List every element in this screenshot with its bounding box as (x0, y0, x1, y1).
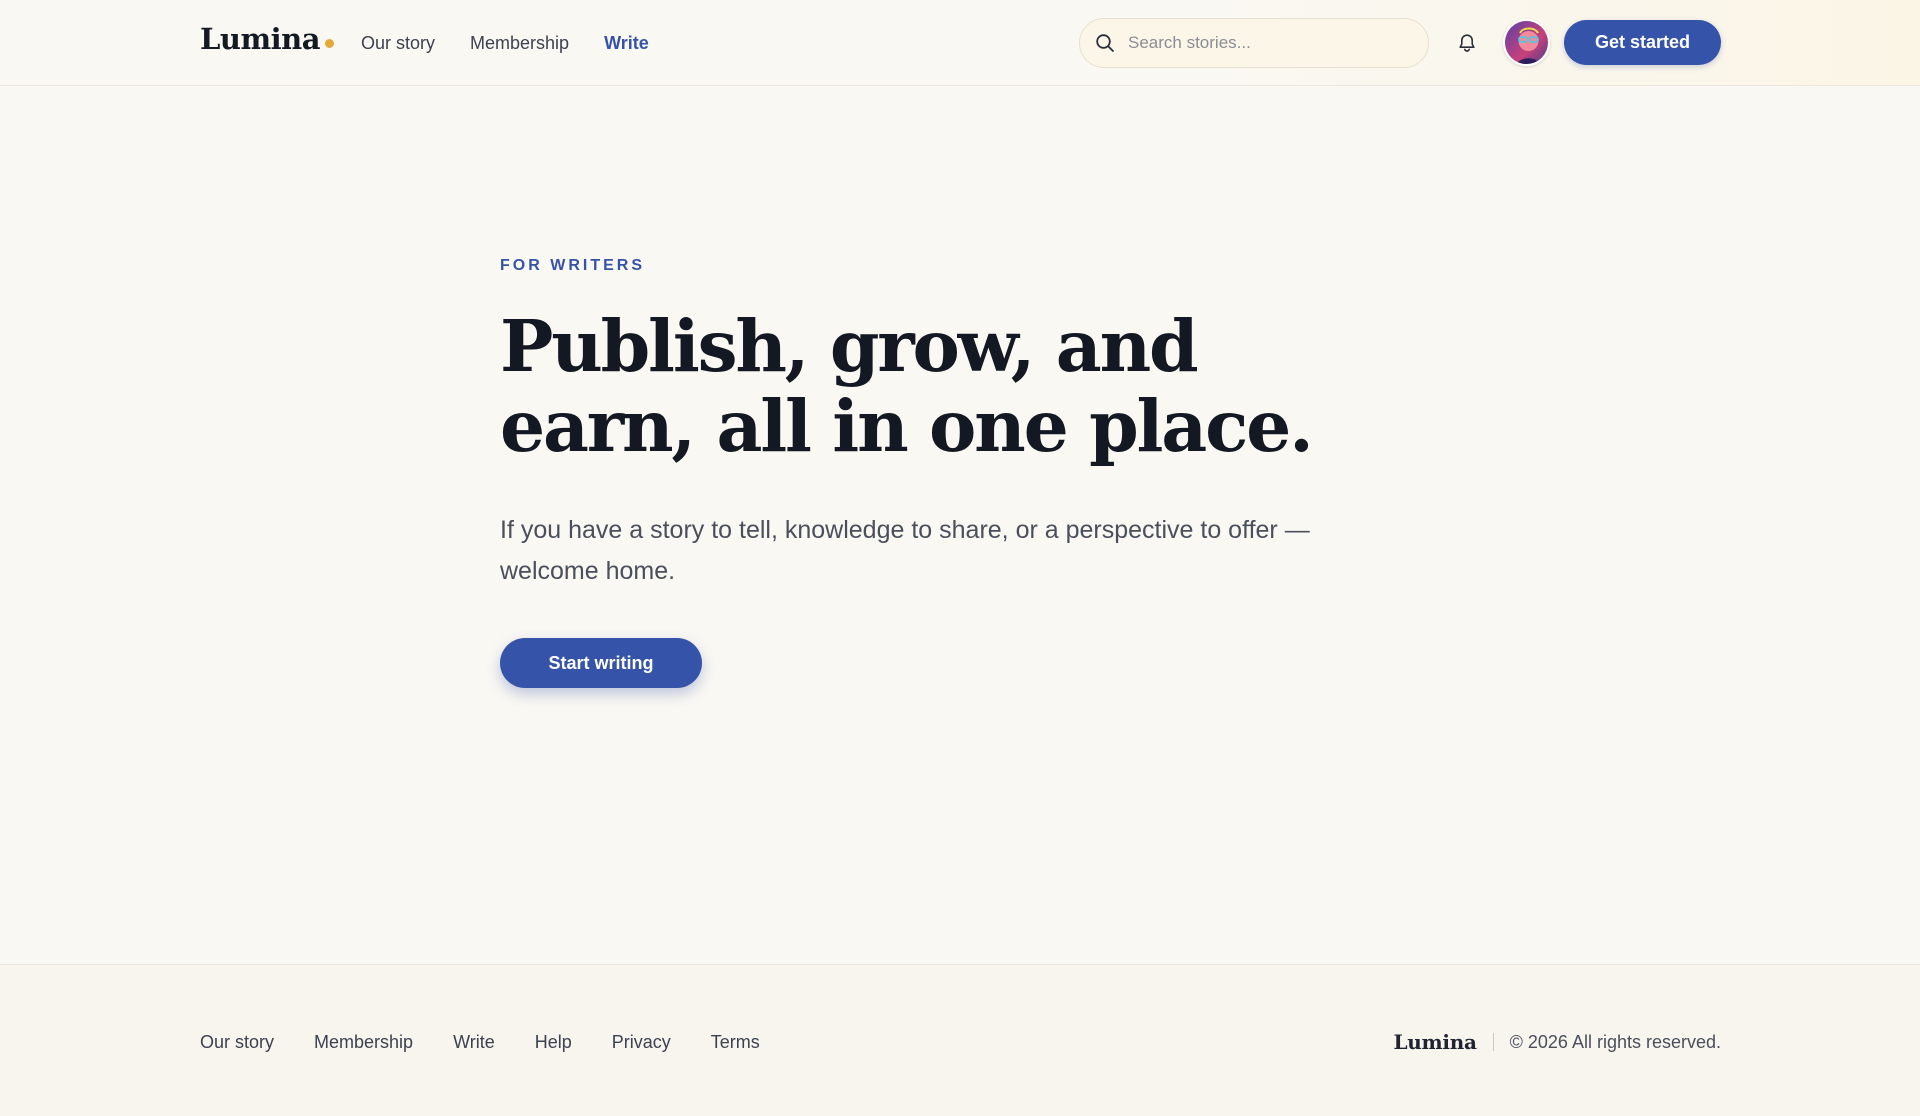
footer-link-our-story[interactable]: Our story (200, 1029, 274, 1055)
site-footer: Our story Membership Write Help Privacy … (0, 964, 1920, 1116)
logo-text: Lumina (200, 22, 321, 56)
search-bar[interactable] (1079, 18, 1429, 68)
logo[interactable]: Lumina (200, 22, 335, 62)
main-nav: Our story Membership Write (361, 30, 684, 56)
footer-link-terms[interactable]: Terms (711, 1029, 760, 1055)
bell-icon[interactable] (1454, 30, 1480, 56)
footer-link-privacy[interactable]: Privacy (612, 1029, 671, 1055)
nav-link-our-story[interactable]: Our story (361, 30, 435, 56)
footer-copyright: © 2026 All rights reserved. (1509, 1031, 1721, 1052)
footer-link-membership[interactable]: Membership (314, 1029, 413, 1055)
user-avatar[interactable] (1503, 19, 1550, 66)
logo-dot (325, 39, 335, 48)
footer-link-write[interactable]: Write (453, 1029, 495, 1055)
get-started-button[interactable]: Get started (1564, 20, 1721, 65)
footer-nav: Our story Membership Write Help Privacy … (200, 1029, 800, 1055)
footer-divider (1492, 1033, 1494, 1051)
nav-link-write[interactable]: Write (604, 30, 649, 56)
search-icon (1094, 32, 1116, 54)
start-writing-button[interactable]: Start writing (500, 638, 702, 688)
nav-link-membership[interactable]: Membership (470, 30, 569, 56)
site-header: Lumina Our story Membership Write Search… (0, 0, 1920, 86)
hero-eyebrow: FOR WRITERS (500, 257, 645, 274)
hero-headline: Publish, grow, and earn, all in one plac… (500, 304, 1314, 468)
hero-subtitle: If you have a story to tell, knowledge t… (500, 516, 1310, 585)
search-input[interactable] (1126, 32, 1406, 54)
hero-section: FOR WRITERS Publish, grow, and earn, all… (500, 250, 1420, 688)
footer-logo[interactable]: Lumina (1394, 1030, 1477, 1054)
footer-brand-block: Lumina © 2026 All rights reserved. (1394, 1029, 1721, 1055)
footer-link-help[interactable]: Help (535, 1029, 572, 1055)
